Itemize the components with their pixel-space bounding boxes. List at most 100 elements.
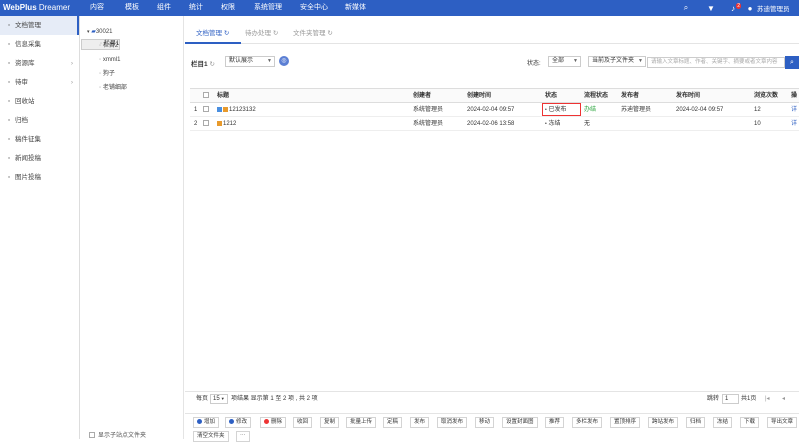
menu-item-image[interactable]: ▫ 图片投稿 <box>0 168 79 187</box>
tree-node-detail[interactable]: ▫ 老铺细部 <box>81 81 183 95</box>
menu-item-audit[interactable]: ▫ 待审 › <box>0 73 79 92</box>
show-subsite-folders[interactable]: 显示子站点文件夹 <box>89 430 146 439</box>
nav-item-media[interactable]: 新媒体 <box>345 0 380 16</box>
menu-item-resources[interactable]: ▫ 资源库 › <box>0 54 79 73</box>
row-flow-status: 办结 <box>584 107 597 113</box>
search-icon[interactable]: ⌕ <box>673 3 699 13</box>
user-name[interactable]: 苏迪管理员 <box>757 3 799 13</box>
page-input[interactable]: 1 <box>722 394 739 404</box>
tab-docs[interactable]: 文档管理 ↻ <box>196 27 229 37</box>
show-subsite-label: 显示子站点文件夹 <box>98 433 147 439</box>
header-creator[interactable]: 创建者 <box>413 89 431 103</box>
freeze-button[interactable]: 冻结 <box>713 417 733 428</box>
menu-item-news[interactable]: ▫ 新闻投稿 <box>0 149 79 168</box>
row-title[interactable]: 12123132 <box>217 103 256 117</box>
edit-button[interactable]: 修改 <box>225 417 252 428</box>
nav-item-stats[interactable]: 统计 <box>189 0 221 16</box>
nav-item-security[interactable]: 安全中心 <box>300 0 345 16</box>
audit-icon: ▫ <box>8 79 11 86</box>
add-button[interactable]: 增加 <box>193 417 220 428</box>
row-detail-link[interactable]: 详 <box>791 117 797 131</box>
pin-sort-button[interactable]: 置顶排序 <box>610 417 641 428</box>
checkbox[interactable] <box>203 106 209 113</box>
delete-button[interactable]: 删除 <box>260 417 287 428</box>
nav-item-permission[interactable]: 权限 <box>221 0 254 16</box>
menu-item-archive[interactable]: ▫ 归档 <box>0 111 79 130</box>
tree-node-gouzi[interactable]: ▫ 狗子 <box>81 67 183 81</box>
btn-label: 删除 <box>271 419 283 425</box>
menu-label: 文档管理 <box>15 22 41 29</box>
shirt-icon[interactable]: ▼ <box>699 4 723 13</box>
header-flow-status[interactable]: 流程状态 <box>584 89 608 103</box>
folder-tree: ▾ ▰30021 ▫ 栏目1 ▫ 栏目2 ▫ xmml1 ▫ 狗子 ▫ 老铺细部… <box>81 16 184 439</box>
finalize-button[interactable]: 定稿 <box>383 417 403 428</box>
search-input[interactable]: 请输入文章标题、作者、关键字、摘要或者文章内容 <box>647 57 785 68</box>
row-title[interactable]: 1212 <box>217 117 236 131</box>
row-checkbox[interactable] <box>203 117 209 131</box>
row-flow-status: 无 <box>584 121 591 127</box>
first-page-icon[interactable]: |◂ <box>765 392 770 406</box>
checkbox[interactable] <box>89 431 95 438</box>
menu-item-docs[interactable]: ▫ 文档管理 <box>0 16 79 35</box>
menu-item-collect[interactable]: ▫ 信息采集 <box>0 35 79 54</box>
menu-label: 待审 <box>15 79 28 86</box>
bell-icon[interactable]: ♪ 2 <box>723 2 743 13</box>
per-page-select[interactable]: 15 ▼ <box>210 394 228 404</box>
tab-pending[interactable]: 待办处理 ↻ <box>245 27 278 37</box>
header-status[interactable]: 状态 <box>545 89 557 103</box>
nav-item-template[interactable]: 模板 <box>125 0 157 16</box>
publish-button[interactable]: 发布 <box>410 417 430 428</box>
header-title[interactable]: 标题 <box>217 89 229 103</box>
menu-label: 资源库 <box>15 60 35 67</box>
tree-node-xmml1[interactable]: ▫ xmml1 <box>81 53 183 67</box>
export-button[interactable]: 导出文章 <box>767 417 798 428</box>
copy-button[interactable]: 复制 <box>320 417 340 428</box>
set-cover-button[interactable]: 设置封面图 <box>502 417 538 428</box>
refresh-icon[interactable]: ↻ <box>209 61 214 68</box>
table-row[interactable]: 1 12123132 系统管理员 2024-02-04 09:57 • 已发布 … <box>190 103 799 117</box>
batch-upload-button[interactable]: 批量上传 <box>346 417 377 428</box>
header-checkbox[interactable] <box>203 89 209 103</box>
withdraw-button[interactable]: 收回 <box>293 417 313 428</box>
move-button[interactable]: 移动 <box>475 417 495 428</box>
row-checkbox[interactable] <box>203 103 209 117</box>
header-created-time[interactable]: 创建时间 <box>467 89 491 103</box>
unpublish-button[interactable]: 取消发布 <box>437 417 468 428</box>
header-publish-time[interactable]: 发布时间 <box>676 89 700 103</box>
tree-root[interactable]: ▾ ▰30021 <box>81 25 183 39</box>
search-button[interactable]: ⌕ <box>785 56 799 69</box>
nav-item-component[interactable]: 组件 <box>157 0 189 16</box>
recommend-button[interactable]: 推荐 <box>545 417 565 428</box>
active-tab-indicator <box>185 42 241 44</box>
caret-down-icon[interactable]: ▾ <box>87 29 90 35</box>
refresh-icon[interactable]: ↻ <box>327 30 332 37</box>
download-button[interactable]: 下载 <box>740 417 760 428</box>
table-row[interactable]: 2 1212 系统管理员 2024-02-06 13:58 • 冻结 无 10 … <box>190 117 799 131</box>
menu-item-recycle[interactable]: ▫ 回收站 <box>0 92 79 111</box>
prev-page-icon[interactable]: ◂ <box>782 392 785 406</box>
nav-item-system[interactable]: 系统管理 <box>254 0 300 16</box>
clear-folder-button[interactable]: 清空文件夹 <box>193 431 229 442</box>
app-logo[interactable]: WebPlus Dreamer <box>3 0 70 16</box>
cross-site-publish-button[interactable]: 跨站发布 <box>648 417 679 428</box>
archive-button[interactable]: 归档 <box>686 417 706 428</box>
settings-icon[interactable]: ◎ <box>279 56 289 66</box>
checkbox[interactable] <box>203 120 209 127</box>
scope-select[interactable]: 当前及子文件夹 ▼ <box>588 56 646 67</box>
view-select[interactable]: 默认展示 ▼ <box>225 56 275 67</box>
tab-folders[interactable]: 文件夹管理 ↻ <box>293 27 333 37</box>
checkbox[interactable] <box>203 92 209 99</box>
status-select[interactable]: 全部 ▼ <box>548 56 581 67</box>
header-publisher[interactable]: 发布者 <box>621 89 639 103</box>
refresh-icon[interactable]: ↻ <box>224 30 229 37</box>
per-page-label: 每页 <box>196 396 209 402</box>
refresh-icon[interactable]: ↻ <box>273 30 278 37</box>
nav-item-content[interactable]: 内容 <box>90 0 125 16</box>
main-nav: 内容 模板 组件 统计 权限 系统管理 安全中心 新媒体 <box>90 0 380 16</box>
tree-node-column2[interactable]: ▫ 栏目2 <box>81 39 183 53</box>
header-views[interactable]: 浏览次数 <box>754 89 778 103</box>
row-detail-link[interactable]: 详 <box>791 103 797 117</box>
menu-item-manuscript[interactable]: ▫ 稿件征集 <box>0 130 79 149</box>
multi-column-publish-button[interactable]: 多栏发布 <box>572 417 603 428</box>
more-button[interactable]: ⋯ <box>236 431 250 442</box>
